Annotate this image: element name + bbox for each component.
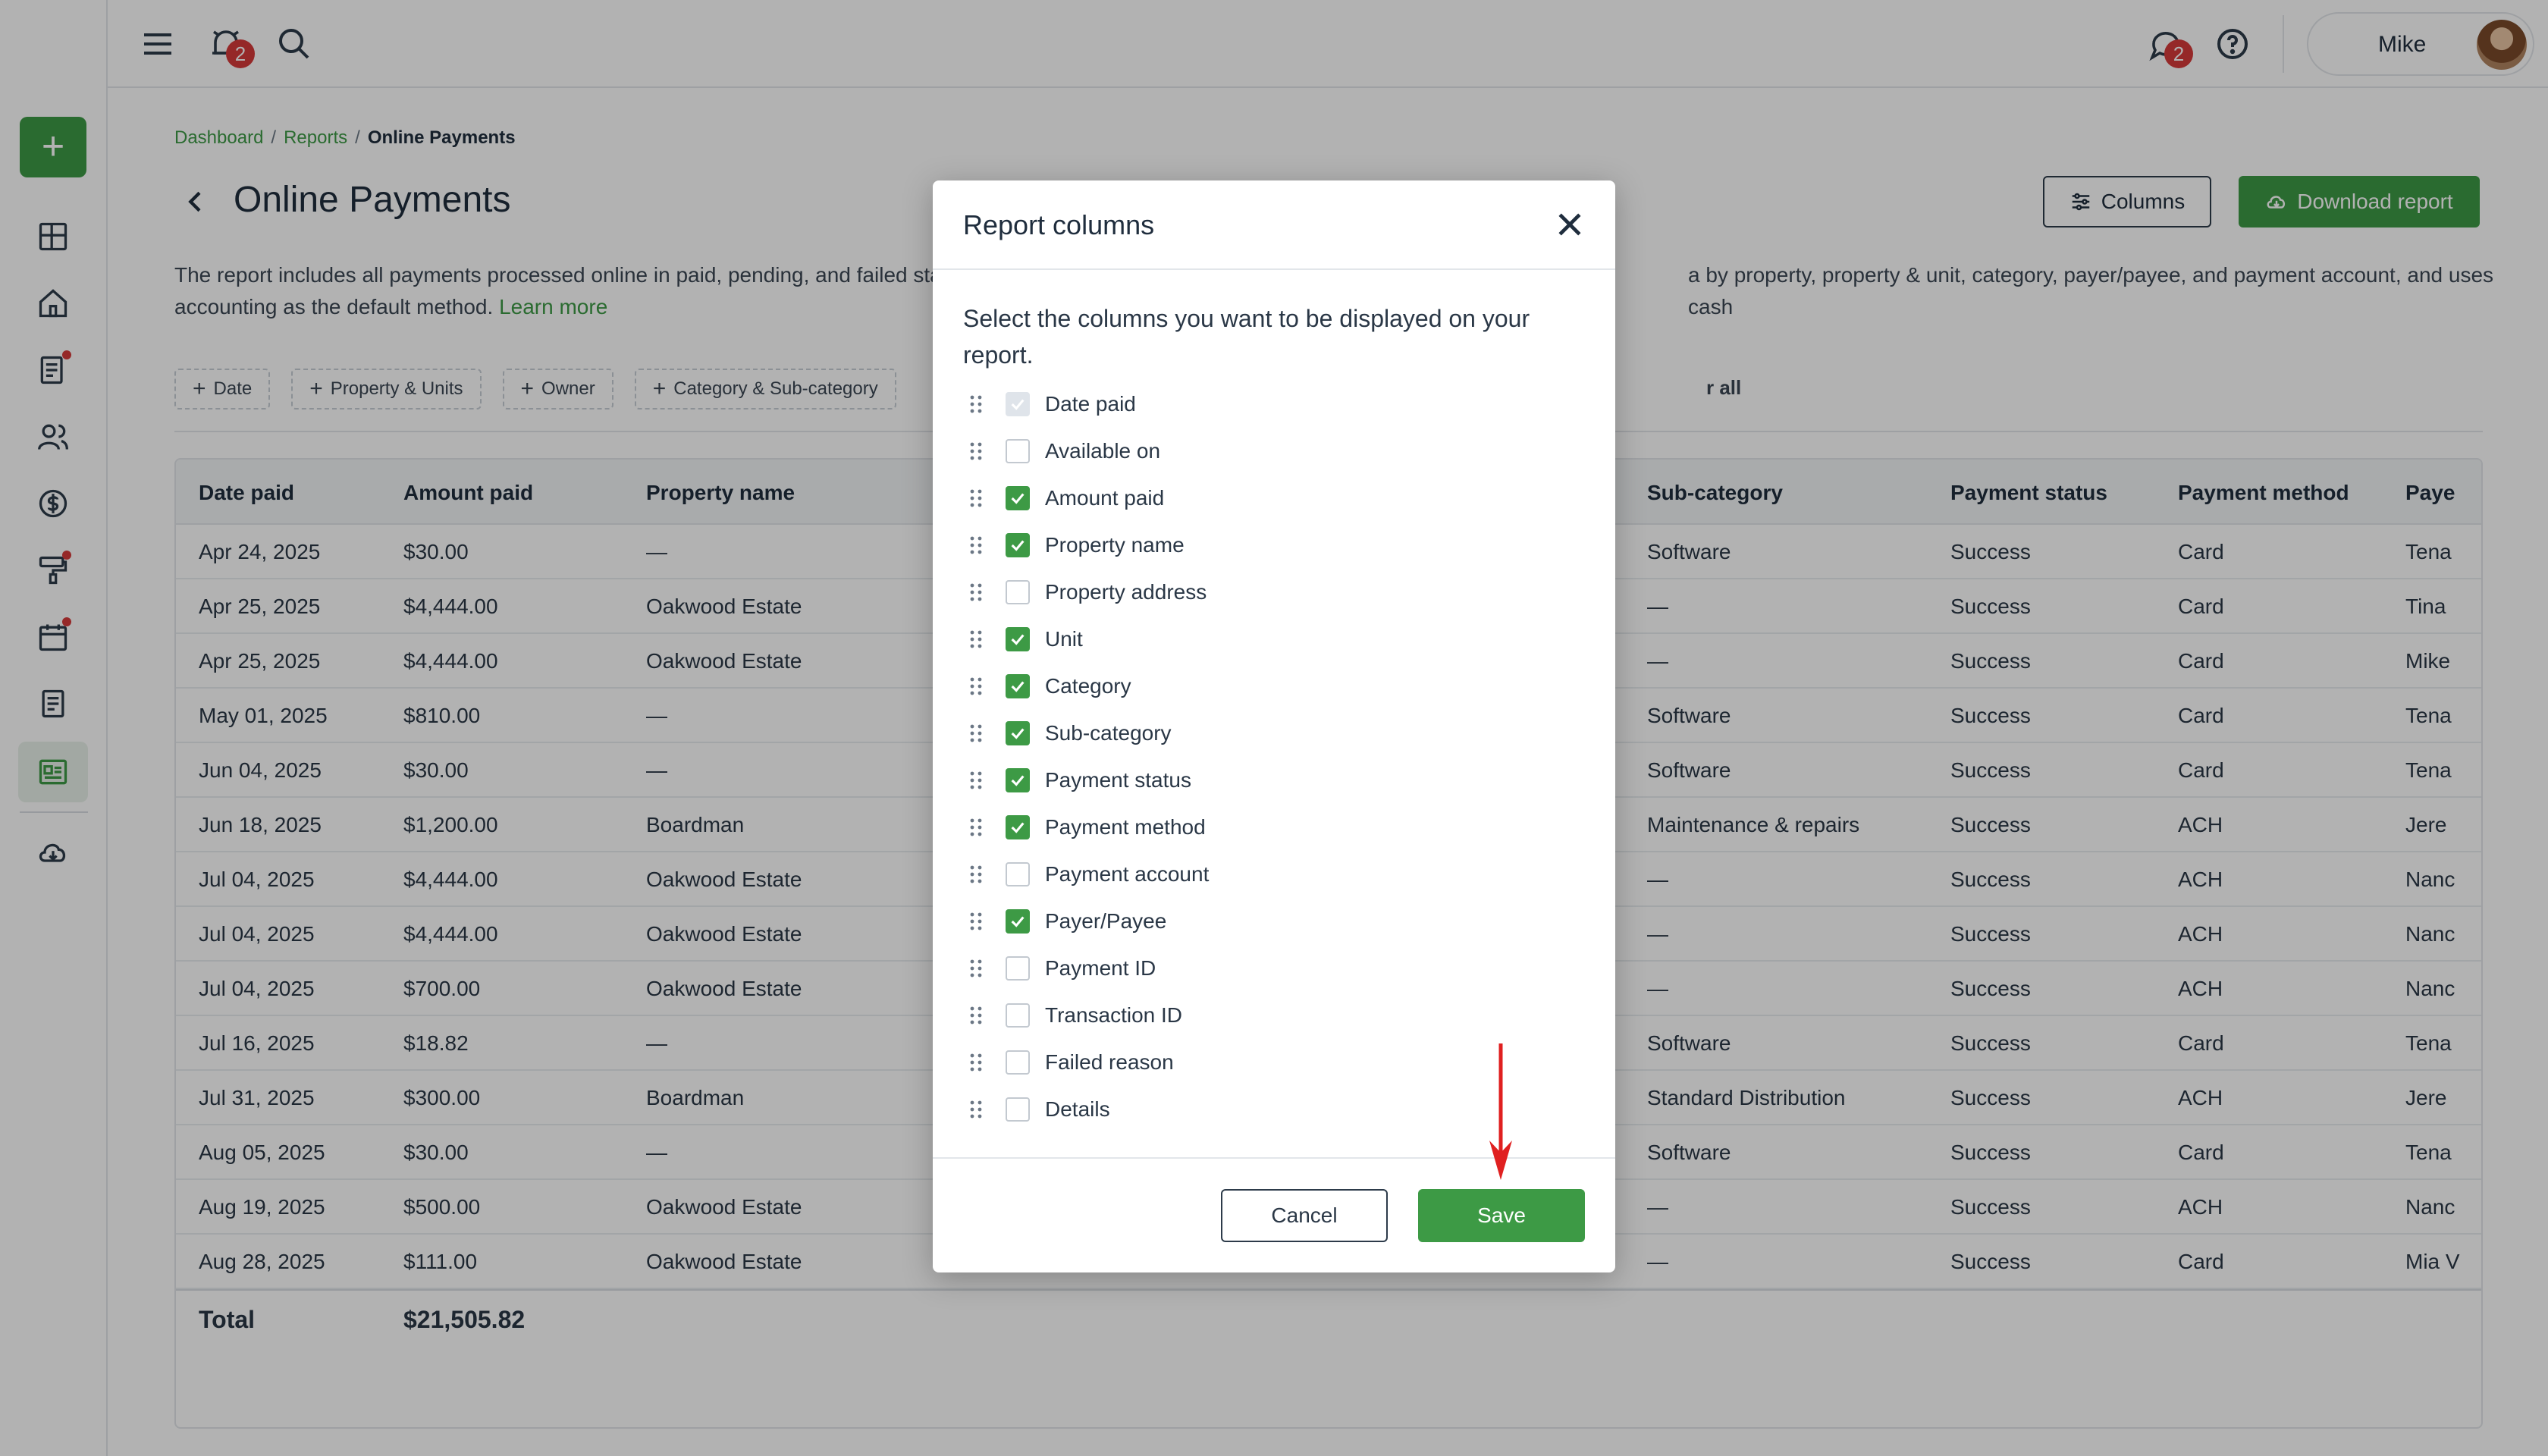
column-checkbox[interactable] (1006, 674, 1030, 698)
column-checkbox[interactable] (1006, 721, 1030, 745)
column-checkbox[interactable] (1006, 627, 1030, 651)
drag-handle-icon[interactable] (968, 628, 984, 651)
drag-handle-icon[interactable] (968, 1051, 984, 1074)
column-option-label: Failed reason (1045, 1050, 1174, 1074)
drag-handle-icon[interactable] (968, 1004, 984, 1027)
column-checkbox[interactable] (1006, 533, 1030, 557)
check-icon (1011, 775, 1025, 786)
column-checkbox[interactable] (1006, 580, 1030, 604)
column-option[interactable]: Payment status (963, 757, 1585, 804)
column-option-label: Unit (1045, 627, 1083, 651)
column-checkbox[interactable] (1006, 768, 1030, 792)
drag-handle-icon[interactable] (968, 487, 984, 510)
column-checkbox (1006, 392, 1030, 416)
column-checkbox[interactable] (1006, 1003, 1030, 1028)
drag-handle-icon[interactable] (968, 910, 984, 933)
column-option[interactable]: Available on (963, 428, 1585, 475)
drag-handle-icon[interactable] (968, 1098, 984, 1121)
check-icon (1011, 916, 1025, 927)
column-checkbox[interactable] (1006, 1050, 1030, 1075)
column-option[interactable]: Unit (963, 616, 1585, 663)
close-icon[interactable] (1553, 208, 1586, 241)
column-option-label: Sub-category (1045, 721, 1172, 745)
column-checkbox[interactable] (1006, 956, 1030, 981)
drag-handle-icon[interactable] (968, 534, 984, 557)
drag-handle-icon[interactable] (968, 863, 984, 886)
check-icon (1011, 728, 1025, 739)
column-checkbox[interactable] (1006, 439, 1030, 463)
cancel-button[interactable]: Cancel (1221, 1189, 1388, 1242)
check-icon (1011, 540, 1025, 551)
check-icon (1011, 822, 1025, 833)
column-option-label: Details (1045, 1097, 1110, 1121)
column-checkbox[interactable] (1006, 486, 1030, 510)
drag-handle-icon[interactable] (968, 769, 984, 792)
column-option-label: Payment method (1045, 815, 1206, 839)
column-option-label: Payment ID (1045, 956, 1156, 980)
column-option[interactable]: Property name (963, 522, 1585, 569)
drag-handle-icon[interactable] (968, 957, 984, 980)
drag-handle-icon[interactable] (968, 722, 984, 745)
drag-handle-icon[interactable] (968, 816, 984, 839)
column-option[interactable]: Payment ID (963, 945, 1585, 992)
drag-handle-icon[interactable] (968, 581, 984, 604)
column-option-label: Transaction ID (1045, 1003, 1183, 1027)
column-option-label: Property name (1045, 533, 1185, 557)
drag-handle-icon[interactable] (968, 393, 984, 416)
drag-handle-icon[interactable] (968, 440, 984, 463)
column-option[interactable]: Payer/Payee (963, 898, 1585, 945)
column-option[interactable]: Payment method (963, 804, 1585, 851)
column-option-label: Payment account (1045, 862, 1210, 886)
column-option-label: Amount paid (1045, 486, 1165, 510)
column-option[interactable]: Property address (963, 569, 1585, 616)
column-option-label: Payer/Payee (1045, 909, 1167, 933)
save-button[interactable]: Save (1418, 1189, 1585, 1242)
annotation-arrow-icon (1489, 1043, 1512, 1180)
check-icon (1011, 493, 1025, 504)
check-icon (1011, 634, 1025, 645)
column-option[interactable]: Category (963, 663, 1585, 710)
column-option[interactable]: Transaction ID (963, 992, 1585, 1039)
column-option-label: Property address (1045, 580, 1207, 604)
column-option-label: Category (1045, 674, 1131, 698)
drag-handle-icon[interactable] (968, 675, 984, 698)
check-icon (1011, 681, 1025, 692)
column-option[interactable]: Sub-category (963, 710, 1585, 757)
column-option[interactable]: Amount paid (963, 475, 1585, 522)
columns-list: Date paid Available on Amount paid Property… (963, 381, 1585, 1133)
modal-header: Report columns (933, 180, 1615, 270)
column-checkbox[interactable] (1006, 815, 1030, 839)
check-icon (1011, 399, 1025, 410)
modal-title: Report columns (963, 209, 1155, 240)
column-option[interactable]: Date paid (963, 381, 1585, 428)
column-option-label: Payment status (1045, 768, 1191, 792)
column-option-label: Date paid (1045, 392, 1136, 416)
column-checkbox[interactable] (1006, 1097, 1030, 1122)
column-checkbox[interactable] (1006, 909, 1030, 934)
column-checkbox[interactable] (1006, 862, 1030, 886)
column-option-label: Available on (1045, 439, 1161, 463)
column-option[interactable]: Payment account (963, 851, 1585, 898)
modal-description: Select the columns you want to be displa… (963, 305, 1530, 369)
